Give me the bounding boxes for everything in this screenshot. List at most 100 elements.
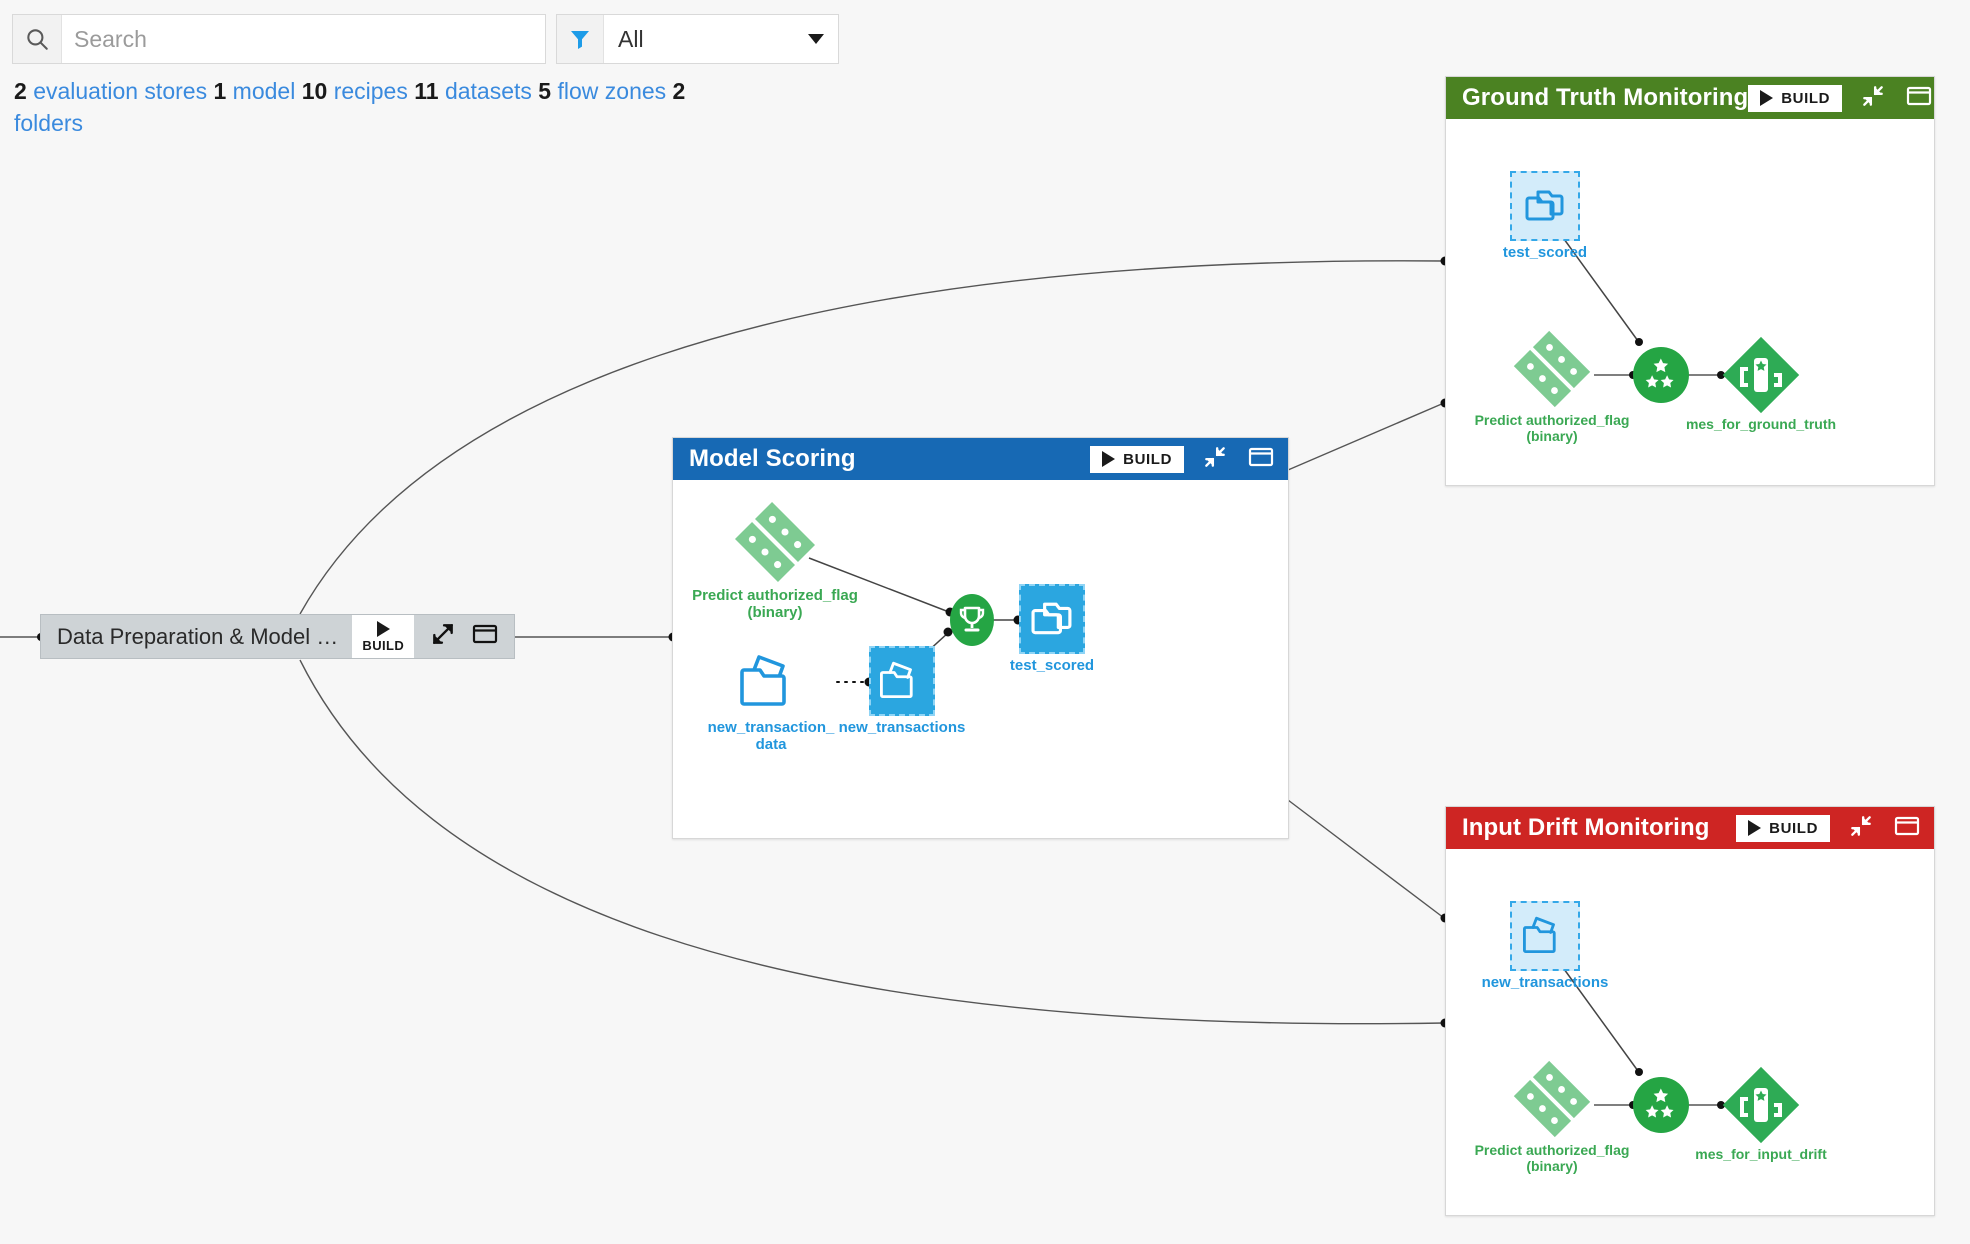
model-icon [731,498,819,586]
panel-header: Ground Truth Monitoring BUILD [1446,77,1934,119]
build-button[interactable]: BUILD [1736,814,1830,842]
build-label: BUILD [1769,819,1818,837]
node-test-scored[interactable]: test_scored [1503,171,1587,261]
filter-select[interactable]: All [604,15,838,63]
node-recipe-evaluate[interactable] [1633,347,1689,403]
window-icon[interactable] [1894,815,1920,842]
node-label-line2: (binary) [1526,427,1578,444]
build-label: BUILD [1781,89,1831,107]
panel-header: Input Drift Monitoring BUILD [1446,807,1934,849]
node-label: Predict authorized_flag (binary) [1474,412,1630,444]
summary-link[interactable]: recipes [334,78,408,104]
build-button[interactable]: BUILD [1748,84,1843,112]
chevron-down-icon [808,34,824,44]
node-label: Predict authorized_flag (binary) [692,587,858,622]
node-label-line1: Predict authorized_flag [1474,1142,1630,1158]
evaluation-store-icon [1721,335,1801,415]
expand-icon[interactable] [430,621,456,652]
node-dataset-test-scored[interactable]: test_scored [1010,584,1094,674]
node-label-line1: Predict authorized_flag [692,587,858,604]
node-label-line2: data [755,735,787,753]
node-model-predict-authorized-flag[interactable]: Predict authorized_flag (binary) [692,498,858,621]
search-icon [13,15,62,63]
node-label-line1: Predict authorized_flag [1474,412,1630,428]
summary-count: 5 [538,78,552,104]
node-recipe-score[interactable] [950,594,994,646]
node-model-predict-authorized-flag[interactable]: Predict authorized_flag (binary) [1475,327,1629,444]
zone-build-button[interactable]: BUILD [352,615,415,658]
node-label-line2: (binary) [1526,1157,1578,1174]
zone-panel-ground-truth-monitoring: Ground Truth Monitoring BUILD test_score… [1445,76,1935,486]
summary-link[interactable]: flow zones [557,78,666,104]
folder-stack-icon [1031,602,1072,635]
zone-panel-model-scoring: Model Scoring BUILD Predict authorized_f… [672,437,1289,839]
window-icon[interactable] [472,623,498,650]
flow-zone-data-preparation[interactable]: Data Preparation & Model … BUILD [40,614,516,659]
node-label-line2: (binary) [747,603,803,621]
zone-panel-input-drift-monitoring: Input Drift Monitoring BUILD new_transac… [1445,806,1935,1216]
node-dataset-new-transactions[interactable]: new_transactions [1482,901,1608,991]
node-recipe-evaluate[interactable] [1633,1077,1689,1133]
summary-count: 2 [672,78,686,104]
filter-icon [557,15,604,63]
panel-title: Model Scoring [689,445,856,472]
summary-link[interactable]: datasets [445,78,532,104]
flow-summary: 2 evaluation stores 1 model 10 recipes 1… [14,76,754,139]
model-icon [1510,1057,1594,1141]
uploaded-folder-outline-icon [735,646,807,718]
node-evaluation-store-ground-truth[interactable]: mes_for_ground_truth [1686,335,1836,432]
stars-icon [1633,347,1689,403]
panel-body: test_scored Predict authorized_flag (bin… [1446,119,1934,485]
trophy-icon [950,594,994,646]
node-model-predict-authorized-flag[interactable]: Predict authorized_flag (binary) [1475,1057,1629,1174]
stars-icon [1633,1077,1689,1133]
summary-link[interactable]: model [233,78,296,104]
node-label: mes_for_input_drift [1695,1146,1827,1162]
play-icon [1748,820,1762,836]
summary-count: 2 [14,78,27,104]
panel-body: Predict authorized_flag (binary) new_tra… [673,480,1288,838]
play-icon [376,620,390,637]
play-icon [1760,90,1774,106]
node-folder-new-transaction-data[interactable]: new_transaction_ data [708,646,834,753]
node-label: new_transaction_ data [707,719,835,754]
window-icon[interactable] [1906,85,1932,112]
summary-link[interactable]: folders [14,110,83,136]
filter-box[interactable]: All [556,14,839,64]
play-icon [1102,451,1116,467]
node-label: Predict authorized_flag (binary) [1474,1142,1630,1174]
summary-link[interactable]: evaluation stores [33,78,207,104]
search-input[interactable] [62,15,545,63]
collapse-icon[interactable] [1860,83,1886,114]
collapse-icon[interactable] [1848,813,1874,844]
panel-title: Ground Truth Monitoring [1462,84,1749,111]
node-label: new_transactions [1481,974,1609,991]
zone-name: Data Preparation & Model … [57,623,339,649]
node-evaluation-store-input-drift[interactable]: mes_for_input_drift [1695,1065,1827,1162]
window-icon[interactable] [1248,446,1274,473]
build-button[interactable]: BUILD [1090,445,1184,473]
node-label: new_transactions [838,719,966,736]
summary-count: 11 [414,78,439,104]
zone-build-label: BUILD [362,637,405,653]
node-label-line1: new_transaction_ [707,719,835,736]
panel-body: new_transactions Predict authorized_flag… [1446,849,1934,1215]
summary-count: 1 [213,78,227,104]
panel-title: Input Drift Monitoring [1462,814,1710,841]
node-label: test_scored [1502,244,1588,261]
uploaded-folder-icon [1523,916,1556,954]
model-icon [1510,327,1594,411]
folder-stack-icon [1525,190,1564,221]
collapse-icon[interactable] [1202,444,1228,475]
node-label: mes_for_ground_truth [1685,416,1837,432]
summary-count: 10 [301,78,328,104]
build-label: BUILD [1123,450,1172,468]
uploaded-folder-icon [880,661,913,699]
panel-header: Model Scoring BUILD [673,438,1288,480]
search-box[interactable] [12,14,546,64]
node-label: test_scored [1009,657,1095,674]
top-toolbar: All [12,14,839,64]
node-dataset-new-transactions[interactable]: new_transactions [839,646,965,736]
evaluation-store-icon [1721,1065,1801,1145]
filter-selected-value: All [618,25,644,52]
